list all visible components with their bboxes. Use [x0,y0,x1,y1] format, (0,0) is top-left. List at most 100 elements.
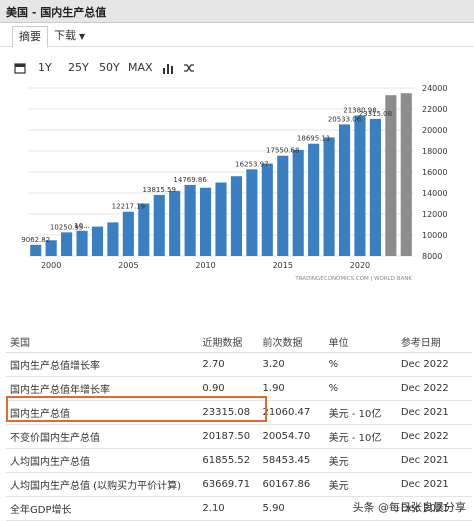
unit: % [327,352,400,377]
unit: 美元 [327,472,400,497]
header-date: 参考日期 [399,330,472,353]
bar-chart-icon[interactable] [162,62,174,74]
indicator-link[interactable]: 人均国内生产总值 [6,448,202,473]
bar [323,137,335,256]
previous-value: 21060.47 [261,400,328,425]
bar [200,187,212,256]
previous-value: 60167.86 [261,472,328,497]
bar [400,93,412,256]
unit: 美元 - 10亿 [327,424,400,449]
bar [230,176,242,256]
y-tick-label: 24000 [422,84,447,93]
table-row[interactable]: 国内生产总值年增长率 0.90 1.90 % Dec 2022 [6,376,472,401]
tab-summary[interactable]: 摘要 [12,26,48,48]
bar [61,232,73,256]
window-titlebar: 美国 - 国内生产总值 [0,0,474,23]
indicator-link[interactable]: 国内生产总值年增长率 [6,376,202,401]
data-label: 20533.06 [328,115,362,123]
table-row[interactable]: 国内生产总值增长率 2.70 3.20 % Dec 2022 [6,352,472,377]
bar [184,184,196,256]
data-label: 10... [74,222,90,230]
bar [369,118,381,256]
reference-date: Dec 2022 [399,352,472,377]
latest-value: 2.10 [201,496,262,521]
chart-watermark: TRADINGECONOMICS.COM | WORLD BANK [294,276,412,282]
bar [91,226,104,256]
bar [261,163,273,256]
header-previous: 前次数据 [261,330,328,353]
y-tick-label: 20000 [422,126,447,135]
table-row[interactable]: 人均国内生产总值 (以购买力平价计算) 63669.71 60167.86 美元… [6,472,472,497]
data-label: 23315.08 [359,110,392,118]
latest-value: 61855.52 [201,448,262,473]
indicator-link[interactable]: 国内生产总值增长率 [6,352,202,377]
bar [308,143,320,256]
reference-date: Dec 2021 [399,448,472,473]
y-tick-label: 10000 [422,231,447,240]
previous-value: 1.90 [261,376,328,401]
bar [169,190,181,256]
table-row[interactable]: 不变价国内生产总值 20187.50 20054.70 美元 - 10亿 Dec… [6,424,472,449]
tab-download[interactable]: 下载 ▼ [48,26,91,46]
x-tick-label: 2020 [350,261,370,270]
bar [338,124,351,257]
calendar-icon[interactable] [14,62,26,74]
data-label: 13815.59 [143,186,176,194]
unit: 美元 - 10亿 [327,400,400,425]
bar [76,230,88,256]
chevron-down-icon: ▼ [79,32,86,41]
range-1y-button[interactable]: 1Y [38,61,52,74]
bar [354,115,366,256]
indicator-link[interactable]: 国内生产总值 [6,400,202,425]
y-tick-label: 16000 [422,168,447,177]
table-row-highlighted[interactable]: 国内生产总值 23315.08 21060.47 美元 - 10亿 Dec 20… [6,400,472,425]
data-label: 9062.82 [21,236,50,244]
bar [292,149,304,256]
table-row[interactable]: 人均国内生产总值 61855.52 58453.45 美元 Dec 2021 [6,448,472,473]
header-unit: 单位 [327,330,400,353]
data-label: 17550.68 [266,147,299,155]
gdp-bar-chart: 8000 10000 12000 14000 16000 18000 20000 22000 2… [21,84,447,282]
bar [277,155,289,256]
data-label: 18695.11 [297,135,330,143]
range-50y-button[interactable]: 50Y [99,61,120,74]
header-latest: 近期数据 [201,330,262,353]
x-tick-label: 2010 [195,261,215,270]
latest-value: 63669.71 [201,472,262,497]
x-tick-label: 2005 [118,261,138,270]
range-max-button[interactable]: MAX [128,61,153,74]
y-tick-label: 22000 [422,105,447,114]
tab-bar: 摘要 下载 ▼ [0,24,474,48]
indicator-link[interactable]: 全年GDP增长 [6,496,202,521]
previous-value: 58453.45 [261,448,328,473]
latest-value: 20187.50 [201,424,262,449]
header-country: 美国 [6,330,202,353]
latest-value: 0.90 [201,376,262,401]
previous-value: 20054.70 [261,424,328,449]
source-watermark: 头条 @每日张良晨分享 [352,501,467,514]
reference-date: Dec 2022 [399,424,472,449]
reference-date: Dec 2021 [399,400,472,425]
range-25y-button[interactable]: 25Y [68,61,89,74]
latest-value: 23315.08 [201,400,262,425]
x-tick-label: 2000 [41,261,61,270]
data-label: 16253.97 [235,160,268,168]
y-tick-label: 8000 [422,252,442,261]
y-tick-label: 14000 [422,189,447,198]
bar [153,194,165,256]
y-tick-label: 18000 [422,147,447,156]
y-tick-label: 12000 [422,210,447,219]
x-tick-label: 2015 [273,261,293,270]
bar [385,95,397,257]
data-label: 12217.19 [112,203,145,211]
shuffle-icon[interactable] [183,62,195,74]
chart-toolbar: 1Y 25Y 50Y MAX [0,58,474,80]
indicator-link[interactable]: 不变价国内生产总值 [6,424,202,449]
tab-download-label: 下载 [54,29,76,42]
indicator-link[interactable]: 人均国内生产总值 (以购买力平价计算) [6,472,202,497]
data-label: 14769.86 [173,176,207,184]
chart-area: 8000 10000 12000 14000 16000 18000 20000 22000 2… [6,80,472,286]
reference-date: Dec 2021 [399,472,472,497]
reference-date: Dec 2022 [399,376,472,401]
bar [30,244,42,256]
